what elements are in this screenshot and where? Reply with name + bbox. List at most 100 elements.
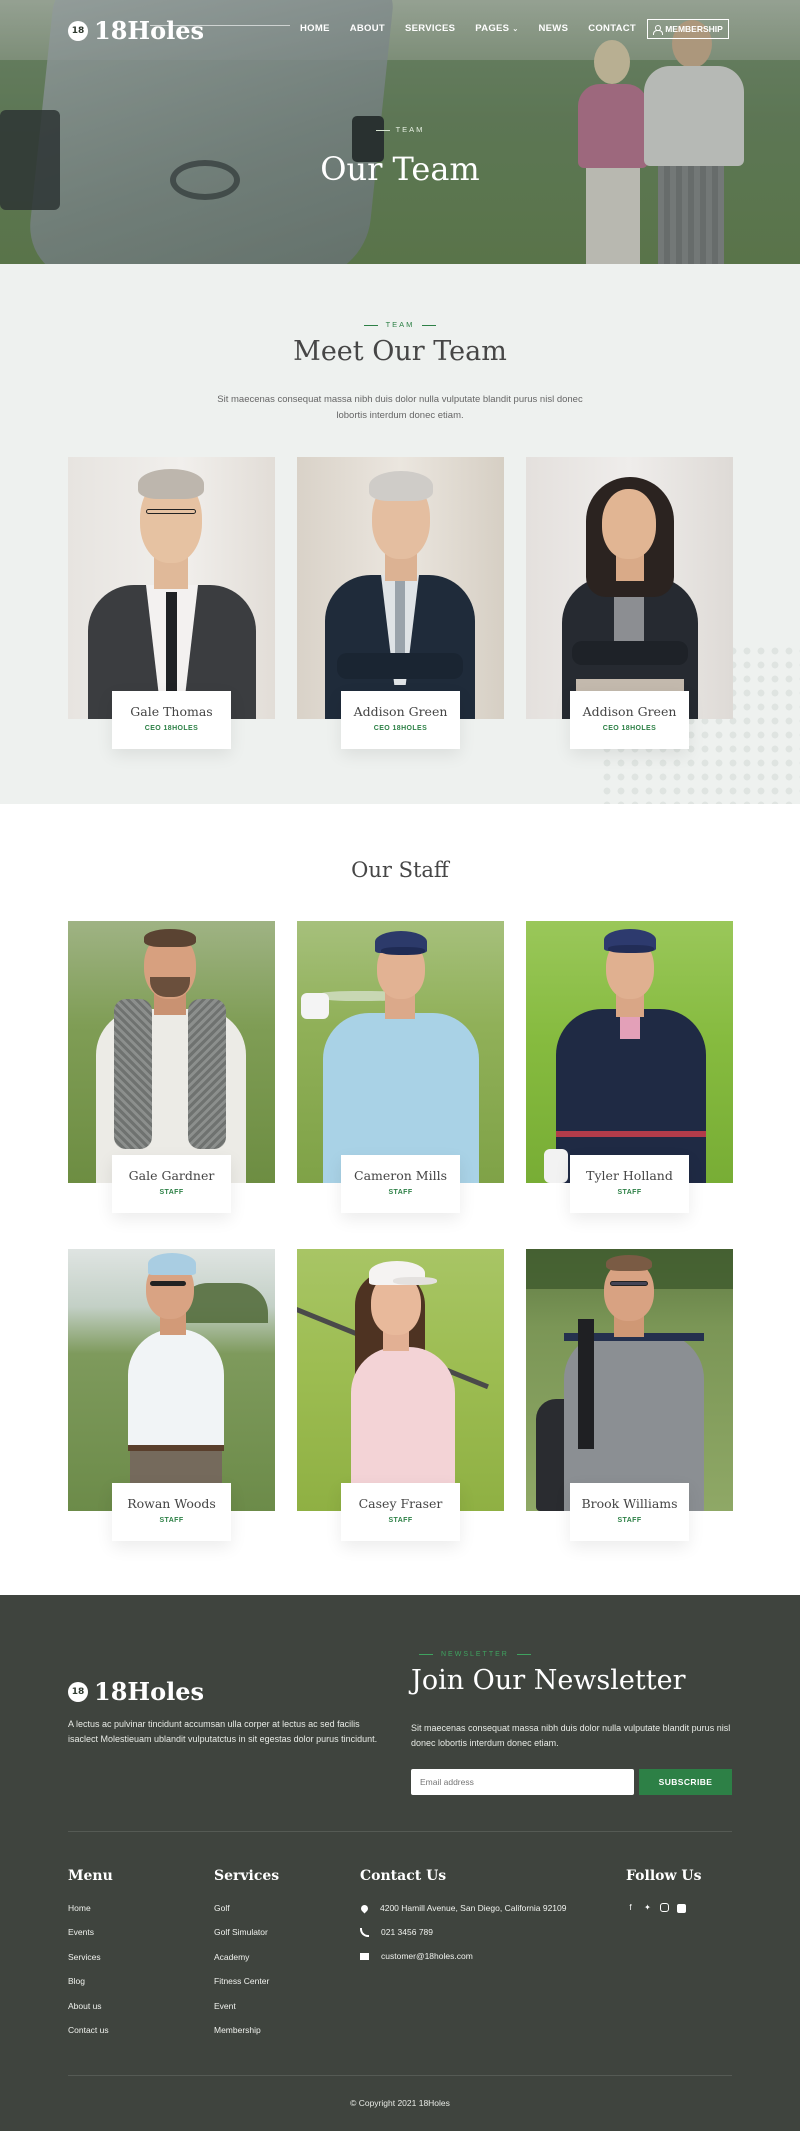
staff-photo <box>297 1249 504 1511</box>
member-name: Gale Gardner <box>128 1168 215 1183</box>
contact-address: 4200 Hamill Avenue, San Diego, Californi… <box>359 1903 567 1913</box>
staff-card[interactable]: Brook Williams STAFF <box>526 1249 733 1541</box>
main-menu: HOME ABOUT SERVICES PAGES ⌄ NEWS CONTACT <box>300 23 636 34</box>
newsletter-title: Join Our Newsletter <box>411 1665 686 1696</box>
newsletter-description: Sit maecenas consequat massa nibh duis d… <box>411 1723 731 1748</box>
nav-item-about[interactable]: ABOUT <box>350 23 385 34</box>
services-column-title: Services <box>214 1868 280 1884</box>
youtube-icon[interactable] <box>677 1904 686 1913</box>
logo-mark-icon: 18 <box>68 20 88 41</box>
staff-photo <box>526 921 733 1183</box>
email-input[interactable] <box>411 1769 634 1795</box>
member-info: Gale Thomas CEO 18HOLES <box>112 691 231 749</box>
member-photo <box>526 457 733 719</box>
footer-menu-list: Home Events Services Blog About us Conta… <box>68 1903 109 2049</box>
menu-column-title: Menu <box>68 1868 113 1884</box>
brand-name: 18Holes <box>94 16 204 45</box>
member-role: STAFF <box>388 1517 413 1524</box>
location-pin-icon <box>359 1903 370 1913</box>
footer-link-fitness-center[interactable]: Fitness Center <box>214 1976 269 2000</box>
team-card[interactable]: Gale Thomas CEO 18HOLES <box>68 457 275 749</box>
footer-link-blog[interactable]: Blog <box>68 1976 109 2000</box>
staff-card[interactable]: Tyler Holland STAFF <box>526 921 733 1213</box>
member-role: CEO 18HOLES <box>373 725 428 732</box>
footer-link-academy[interactable]: Academy <box>214 1952 269 1976</box>
copyright-text: © Copyright 2021 18Holes <box>350 2098 450 2108</box>
member-info: Casey Fraser STAFF <box>341 1483 460 1541</box>
member-info: Gale Gardner STAFF <box>112 1155 231 1213</box>
nav-divider <box>150 25 290 26</box>
nav-item-pages[interactable]: PAGES ⌄ <box>475 23 518 34</box>
nav-item-contact[interactable]: CONTACT <box>588 23 636 34</box>
footer-link-event[interactable]: Event <box>214 2001 269 2025</box>
footer-link-events[interactable]: Events <box>68 1927 109 1951</box>
footer-bottom-divider <box>68 2075 732 2076</box>
team-section: TEAM Meet Our Team Sit maecenas consequa… <box>0 264 800 804</box>
member-name: Addison Green <box>582 704 677 719</box>
team-card[interactable]: Addison Green CEO 18HOLES <box>526 457 733 749</box>
staff-photo <box>297 921 504 1183</box>
team-eyebrow: TEAM <box>0 320 800 329</box>
envelope-icon <box>360 1952 369 1960</box>
follow-column-title: Follow Us <box>626 1868 702 1884</box>
brand-logo[interactable]: 18 18Holes <box>68 16 204 45</box>
top-navigation: 18 18Holes HOME ABOUT SERVICES PAGES ⌄ NE… <box>0 0 800 60</box>
member-role: STAFF <box>617 1517 642 1524</box>
footer-link-membership[interactable]: Membership <box>214 2025 269 2049</box>
member-name: Rowan Woods <box>127 1496 216 1511</box>
nav-item-services[interactable]: SERVICES <box>405 23 455 34</box>
user-icon <box>653 24 664 35</box>
twitter-icon[interactable]: ✦ <box>643 1903 652 1912</box>
footer-link-home[interactable]: Home <box>68 1903 109 1927</box>
subscribe-button[interactable]: SUBSCRIBE <box>639 1769 732 1795</box>
member-info: Brook Williams STAFF <box>570 1483 689 1541</box>
footer-link-about[interactable]: About us <box>68 2001 109 2025</box>
member-role: STAFF <box>159 1189 184 1196</box>
staff-photo <box>68 1249 275 1511</box>
page-title: Our Team <box>320 150 480 188</box>
member-info: Rowan Woods STAFF <box>112 1483 231 1541</box>
hero-banner: 18 18Holes HOME ABOUT SERVICES PAGES ⌄ NE… <box>0 0 800 264</box>
team-card[interactable]: Addison Green CEO 18HOLES <box>297 457 504 749</box>
staff-section: Our Staff Gale Gardner STAFF Cameron Mil… <box>0 804 800 1595</box>
member-info: Addison Green CEO 18HOLES <box>570 691 689 749</box>
chevron-down-icon: ⌄ <box>512 26 519 33</box>
contact-phone[interactable]: 021 3456 789 <box>360 1927 433 1937</box>
member-role: CEO 18HOLES <box>602 725 657 732</box>
footer-link-contact[interactable]: Contact us <box>68 2025 109 2049</box>
footer-link-services[interactable]: Services <box>68 1952 109 1976</box>
staff-card[interactable]: Gale Gardner STAFF <box>68 921 275 1213</box>
staff-title: Our Staff <box>351 858 449 882</box>
nav-item-home[interactable]: HOME <box>300 23 330 34</box>
staff-card[interactable]: Rowan Woods STAFF <box>68 1249 275 1541</box>
footer-link-golf-simulator[interactable]: Golf Simulator <box>214 1927 269 1951</box>
staff-photo <box>68 921 275 1183</box>
facebook-icon[interactable]: f <box>626 1903 635 1912</box>
member-info: Tyler Holland STAFF <box>570 1155 689 1213</box>
footer-logo[interactable]: 18 18Holes <box>68 1677 204 1706</box>
member-role: STAFF <box>159 1517 184 1524</box>
member-name: Addison Green <box>353 704 448 719</box>
instagram-icon[interactable] <box>660 1903 669 1912</box>
member-name: Casey Fraser <box>358 1496 443 1511</box>
member-name: Cameron Mills <box>354 1168 447 1183</box>
contact-email[interactable]: customer@18holes.com <box>360 1951 473 1961</box>
member-name: Tyler Holland <box>586 1168 673 1183</box>
nav-item-news[interactable]: NEWS <box>539 23 569 34</box>
newsletter-eyebrow: NEWSLETTER <box>411 1651 539 1658</box>
staff-photo <box>526 1249 733 1511</box>
member-role: STAFF <box>388 1189 413 1196</box>
team-description: Sit maecenas consequat massa nibh duis d… <box>217 394 583 421</box>
staff-card[interactable]: Cameron Mills STAFF <box>297 921 504 1213</box>
footer-divider <box>68 1831 732 1832</box>
staff-card[interactable]: Casey Fraser STAFF <box>297 1249 504 1541</box>
site-footer: 18 18Holes A lectus ac pulvinar tincidun… <box>0 1595 800 2131</box>
footer-link-golf[interactable]: Golf <box>214 1903 269 1927</box>
member-name: Gale Thomas <box>130 704 213 719</box>
membership-button[interactable]: MEMBERSHIP <box>647 19 729 39</box>
member-info: Cameron Mills STAFF <box>341 1155 460 1213</box>
member-role: CEO 18HOLES <box>144 725 199 732</box>
footer-services-list: Golf Golf Simulator Academy Fitness Cent… <box>214 1903 269 2049</box>
phone-icon <box>360 1927 369 1937</box>
contact-column-title: Contact Us <box>360 1868 447 1884</box>
